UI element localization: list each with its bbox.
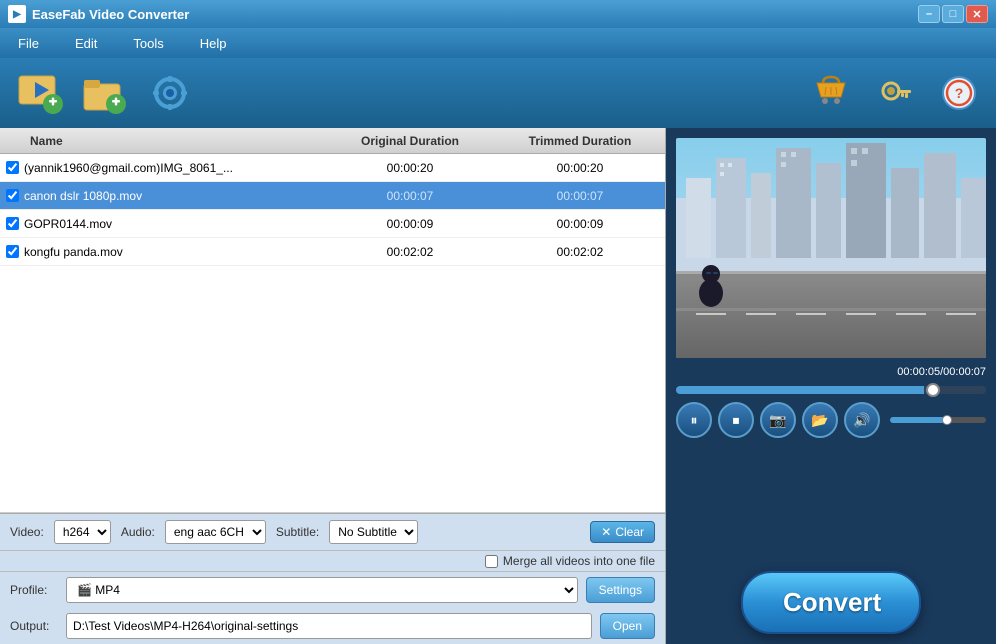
open-folder-button[interactable]: Open [600,613,655,639]
video-placeholder [676,138,986,358]
player-controls: ⏸ ⏹ 📷 📂 🔊 [676,402,986,438]
add-folder-icon [80,68,130,118]
row-original-3: 00:02:02 [325,245,495,259]
audio-video-row: Video: h264 Audio: eng aac 6CH Subtitle:… [0,514,665,551]
file-table: Name Original Duration Trimmed Duration … [0,128,665,513]
pause-button[interactable]: ⏸ [676,402,712,438]
svg-text:?: ? [955,85,964,101]
add-video-button[interactable] [15,68,65,118]
stop-button[interactable]: ⏹ [718,402,754,438]
clear-x-icon: ✕ [601,525,611,539]
column-name: Name [0,134,325,148]
seek-bar[interactable] [676,386,986,394]
shop-icon[interactable] [809,71,853,115]
add-folder-button[interactable] [80,68,130,118]
menu-edit[interactable]: Edit [67,32,105,55]
merge-checkbox[interactable] [485,555,498,568]
merge-row: Merge all videos into one file [0,551,665,571]
row-trimmed-1: 00:00:07 [495,189,665,203]
video-label: Video: [10,525,44,539]
table-body: (yannik1960@gmail.com)IMG_8061_... 00:00… [0,154,665,266]
output-label: Output: [10,619,58,633]
table-row[interactable]: (yannik1960@gmail.com)IMG_8061_... 00:00… [0,154,665,182]
open-file-button[interactable]: 📂 [802,402,838,438]
row-trimmed-2: 00:00:09 [495,217,665,231]
key-icon[interactable] [873,71,917,115]
row-trimmed-3: 00:02:02 [495,245,665,259]
title-bar-controls: – □ ✕ [918,5,988,23]
table-row[interactable]: canon dslr 1080p.mov 00:00:07 00:00:07 [0,182,665,210]
merge-label[interactable]: Merge all videos into one file [485,554,655,568]
row-original-0: 00:00:20 [325,161,495,175]
row-name-0: (yannik1960@gmail.com)IMG_8061_... [24,161,325,175]
output-path-input[interactable] [66,613,592,639]
app-title: EaseFab Video Converter [32,7,189,22]
close-button[interactable]: ✕ [966,5,988,23]
settings-button[interactable]: Settings [586,577,655,603]
time-display: 00:00:05/00:00:07 [676,366,986,378]
settings-toolbar-button[interactable] [145,68,195,118]
bottom-controls: Video: h264 Audio: eng aac 6CH Subtitle:… [0,513,665,644]
row-checkbox-0[interactable] [0,161,24,174]
row-checkbox-3[interactable] [0,245,24,258]
profile-select[interactable]: 🎬 MP4 [66,577,578,603]
maximize-button[interactable]: □ [942,5,964,23]
table-row[interactable]: GOPR0144.mov 00:00:09 00:00:09 [0,210,665,238]
menu-tools[interactable]: Tools [125,32,171,55]
video-select[interactable]: h264 [54,520,111,544]
table-row[interactable]: kongfu panda.mov 00:02:02 00:02:02 [0,238,665,266]
file-panel: Name Original Duration Trimmed Duration … [0,128,666,644]
column-original: Original Duration [325,134,495,148]
toolbar: ? [0,58,996,128]
row-name-3: kongfu panda.mov [24,245,325,259]
minimize-button[interactable]: – [918,5,940,23]
row-trimmed-0: 00:00:20 [495,161,665,175]
profile-row: Profile: 🎬 MP4 Settings [0,571,665,608]
main-area: Name Original Duration Trimmed Duration … [0,128,996,644]
preview-panel: 00:00:05/00:00:07 ⏸ ⏹ 📷 📂 🔊 Convert [666,128,996,644]
subtitle-select[interactable]: No Subtitle [329,520,418,544]
screenshot-button[interactable]: 📷 [760,402,796,438]
menu-file[interactable]: File [10,32,47,55]
app-icon: ▶ [8,5,26,23]
toolbar-right: ? [809,71,981,115]
seek-thumb[interactable] [926,383,940,397]
title-bar: ▶ EaseFab Video Converter – □ ✕ [0,0,996,28]
volume-bar[interactable] [890,417,986,423]
seek-bar-container [676,386,986,394]
preview-video [676,138,986,358]
volume-button[interactable]: 🔊 [844,402,880,438]
convert-button[interactable]: Convert [741,571,921,634]
row-name-2: GOPR0144.mov [24,217,325,231]
row-original-1: 00:00:07 [325,189,495,203]
table-header: Name Original Duration Trimmed Duration [0,128,665,154]
audio-select[interactable]: eng aac 6CH [165,520,266,544]
column-trimmed: Trimmed Duration [495,134,665,148]
profile-label: Profile: [10,583,58,597]
help-icon[interactable]: ? [937,71,981,115]
menu-help[interactable]: Help [192,32,235,55]
subtitle-label: Subtitle: [276,525,319,539]
row-name-1: canon dslr 1080p.mov [24,189,325,203]
add-video-icon [15,68,65,118]
row-checkbox-2[interactable] [0,217,24,230]
row-checkbox-1[interactable] [0,189,24,202]
row-original-2: 00:00:09 [325,217,495,231]
menu-bar: File Edit Tools Help [0,28,996,58]
convert-area: Convert [676,571,986,634]
output-row: Output: Open [0,608,665,644]
audio-label: Audio: [121,525,155,539]
settings-toolbar-icon [145,68,195,118]
clear-label: Clear [615,525,644,539]
clear-button[interactable]: ✕ Clear [590,521,655,543]
